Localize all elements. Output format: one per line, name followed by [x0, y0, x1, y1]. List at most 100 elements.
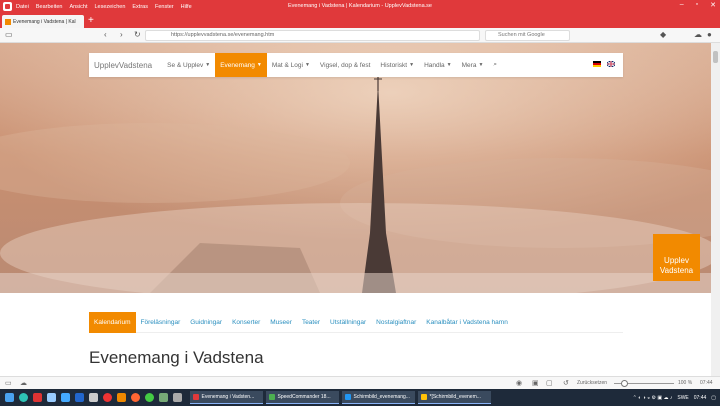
- taskbar-app-screenshot[interactable]: Schirmbild_evenemang...: [341, 391, 415, 404]
- app-icon[interactable]: [89, 393, 98, 402]
- app-icon[interactable]: [173, 393, 182, 402]
- nav-label: Vigsel, dop & fest: [319, 61, 371, 69]
- app-icon[interactable]: [117, 393, 126, 402]
- nav-se-upplev[interactable]: Se & Upplev ▼: [162, 53, 215, 77]
- page-content: UpplevVadstena Se & Upplev ▼ Evenemang ▼ M…: [0, 43, 711, 376]
- search-input[interactable]: Suchen mit Google: [485, 30, 570, 41]
- app-icon[interactable]: [75, 393, 84, 402]
- subnav-museer[interactable]: Museer: [265, 312, 297, 333]
- app-icon[interactable]: [159, 393, 168, 402]
- uk-flag-icon[interactable]: [607, 61, 615, 67]
- tab-label: Evenemang i Vadstena | Kal: [13, 18, 76, 25]
- subnav-kalendarium[interactable]: Kalendarium: [89, 311, 136, 333]
- close-icon[interactable]: ✕: [710, 1, 716, 9]
- menu-ansicht[interactable]: Ansicht: [69, 4, 87, 10]
- nav-evenemang[interactable]: Evenemang ▼: [215, 53, 267, 77]
- acrobat-icon[interactable]: [33, 393, 42, 402]
- profile-icon[interactable]: ●: [707, 30, 712, 39]
- app-label: Schirmbild_evenemang...: [353, 394, 410, 400]
- image-icon[interactable]: ▣: [532, 379, 539, 387]
- sync-icon[interactable]: ☁: [694, 30, 702, 39]
- nav-label: Mera: [461, 61, 477, 69]
- reload-icon[interactable]: ↻: [134, 30, 141, 39]
- german-flag-icon[interactable]: [593, 61, 601, 67]
- caret-down-icon: ▼: [205, 62, 211, 68]
- start-icon[interactable]: [5, 393, 14, 402]
- search-icon[interactable]: ⌕: [488, 53, 502, 77]
- tray-language[interactable]: SWE: [677, 395, 688, 401]
- new-tab-icon[interactable]: +: [88, 15, 94, 26]
- maximize-icon[interactable]: ▫: [696, 1, 698, 9]
- panel-toggle-icon[interactable]: ▭: [5, 30, 13, 39]
- taskbar-app-speedcommander[interactable]: SpeedCommander 18...: [265, 391, 339, 404]
- app-icon: [344, 394, 351, 400]
- nav-label: Mat & Logi: [271, 61, 303, 69]
- tray-icons[interactable]: ⌃ ◐ ◑ ◒ ⚙ ▣ ☁ ♪: [633, 395, 673, 401]
- nav-vigsel[interactable]: Vigsel, dop & fest: [315, 53, 375, 77]
- upplev-vadstena-badge[interactable]: Upplev Vadstena: [653, 234, 700, 281]
- app-icon: [268, 394, 275, 400]
- zoom-reset-label[interactable]: Zurücksetzen: [577, 380, 607, 386]
- app-icon[interactable]: [47, 393, 56, 402]
- app-icon: [192, 394, 199, 400]
- subnav-konserter[interactable]: Konserter: [227, 312, 265, 333]
- back-icon[interactable]: ‹: [104, 30, 107, 39]
- reset-icon[interactable]: ↺: [563, 379, 569, 387]
- site-brand[interactable]: UpplevVadstena: [94, 61, 152, 70]
- page-title: Evenemang i Vadstena: [89, 348, 264, 367]
- app-label: *[Schirmbild_evenem...: [429, 394, 481, 400]
- zoom-slider-thumb[interactable]: [621, 380, 628, 387]
- firefox-icon[interactable]: [131, 393, 140, 402]
- minimize-icon[interactable]: –: [680, 1, 684, 9]
- extension-icon[interactable]: ◆: [660, 30, 666, 39]
- menu-bearbeiten[interactable]: Bearbeiten: [36, 4, 63, 10]
- app-label: Evenemang i Vadsten...: [201, 394, 255, 400]
- nav-mat-logi[interactable]: Mat & Logi ▼: [267, 53, 315, 77]
- subnav-utstallningar[interactable]: Utställningar: [325, 312, 371, 333]
- vivaldi-logo-icon[interactable]: [3, 2, 12, 11]
- menu-datei[interactable]: Datei: [16, 4, 29, 10]
- subnav-kanalbatar[interactable]: Kanalbåtar i Vadstena hamn: [421, 312, 513, 333]
- tab-evenemang[interactable]: Evenemang i Vadstena | Kal: [2, 15, 84, 28]
- caret-down-icon: ▼: [256, 62, 262, 68]
- subnav-teater[interactable]: Teater: [297, 312, 325, 333]
- chrome-icon[interactable]: [145, 393, 154, 402]
- app-icon[interactable]: [61, 393, 70, 402]
- menu-hilfe[interactable]: Hilfe: [181, 4, 192, 10]
- taskbar-app-editor[interactable]: *[Schirmbild_evenem...: [417, 391, 491, 404]
- nav-label: Historiskt: [380, 61, 408, 69]
- church-spire-fog-image: [0, 43, 711, 293]
- caret-down-icon: ▼: [446, 62, 452, 68]
- vivaldi-icon[interactable]: [103, 393, 112, 402]
- subnav-guidningar[interactable]: Guidningar: [185, 312, 227, 333]
- menu-fenster[interactable]: Fenster: [155, 4, 174, 10]
- tiling-icon[interactable]: ▢: [546, 379, 553, 387]
- scrollbar-thumb[interactable]: [713, 51, 718, 63]
- edge-icon[interactable]: [19, 393, 28, 402]
- menu-lesezeichen[interactable]: Lesezeichen: [95, 4, 126, 10]
- subnav-nostalgiaftnar[interactable]: Nostalgiaftnar: [371, 312, 421, 333]
- panel-icon[interactable]: ▭: [5, 379, 12, 387]
- nav-mera[interactable]: Mera ▼: [457, 53, 489, 77]
- zoom-slider[interactable]: [614, 380, 674, 387]
- site-navbar: UpplevVadstena Se & Upplev ▼ Evenemang ▼ M…: [89, 53, 623, 77]
- page-scrollbar[interactable]: [711, 43, 720, 376]
- badge-line2: Vadstena: [659, 266, 694, 275]
- status-time: 07:44: [700, 380, 713, 386]
- site-favicon-icon: [5, 18, 11, 25]
- forward-icon[interactable]: ›: [120, 30, 123, 39]
- cloud-icon[interactable]: ☁: [20, 379, 27, 387]
- nav-handla[interactable]: Handla ▼: [419, 53, 457, 77]
- caret-down-icon: ▼: [304, 62, 310, 68]
- caret-down-icon: ▼: [478, 62, 484, 68]
- subnav-forelasningar[interactable]: Föreläsningar: [136, 312, 186, 333]
- tray-time[interactable]: 07:44: [694, 395, 707, 401]
- nav-historiskt[interactable]: Historiskt ▼: [375, 53, 419, 77]
- url-input[interactable]: https://upplevvadstena.se/evenemang.htm: [145, 30, 480, 41]
- menu-extras[interactable]: Extras: [132, 4, 148, 10]
- url-text: https://upplevvadstena.se/evenemang.htm: [171, 32, 275, 38]
- notification-icon[interactable]: ▢: [711, 395, 716, 401]
- capture-icon[interactable]: ◉: [516, 379, 522, 387]
- caret-down-icon: ▼: [409, 62, 415, 68]
- taskbar-app-browser[interactable]: Evenemang i Vadsten...: [189, 391, 263, 404]
